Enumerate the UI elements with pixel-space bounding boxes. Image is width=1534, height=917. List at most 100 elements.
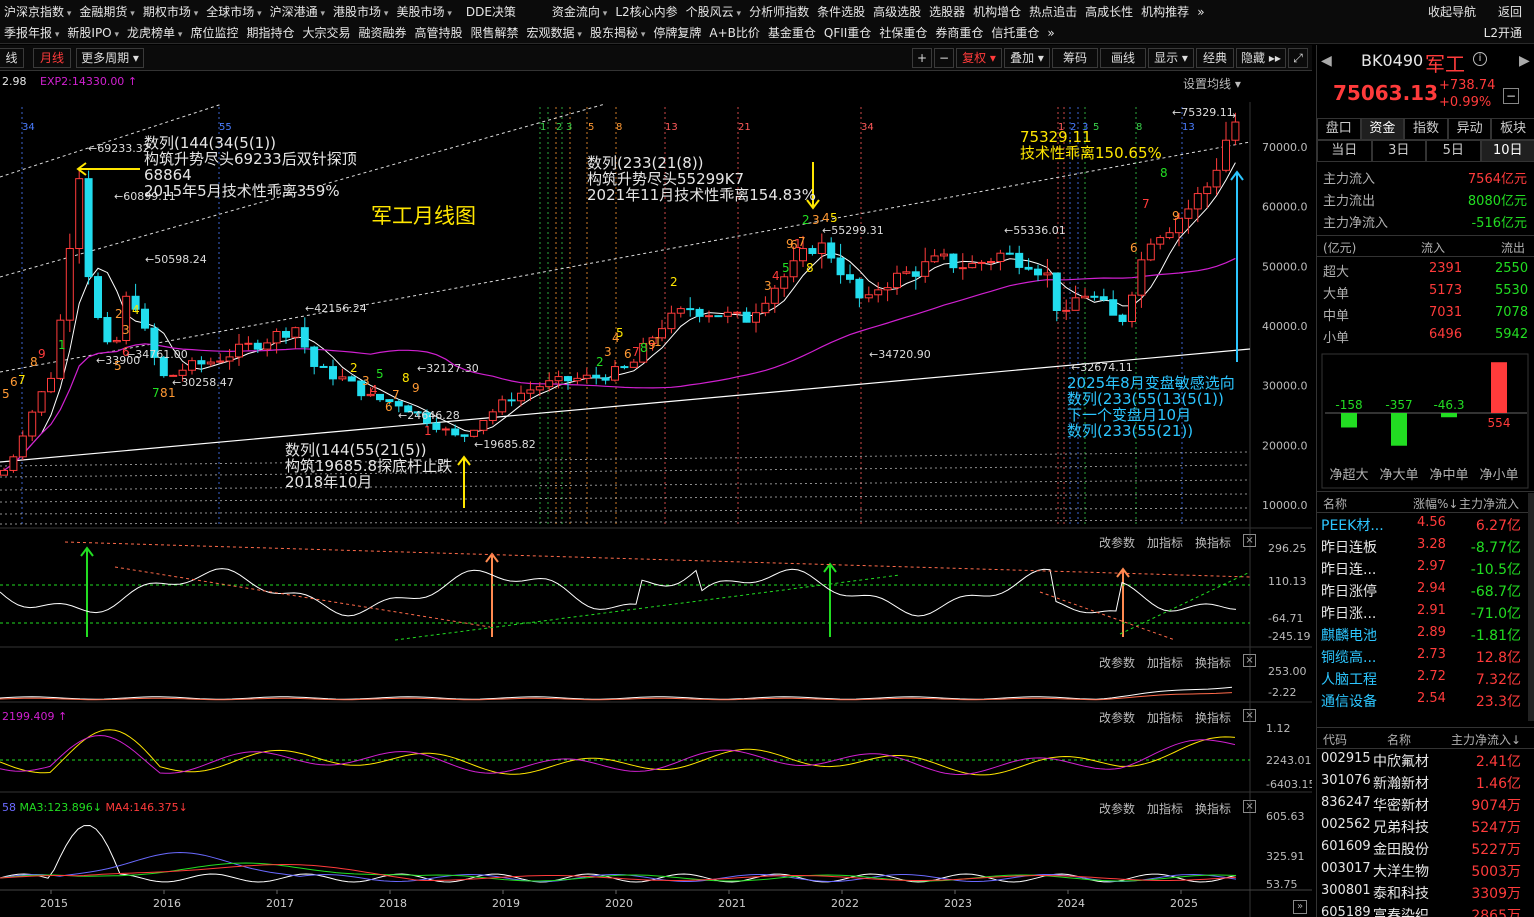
- table-row[interactable]: 605189 富春染织 2865万: [1317, 903, 1534, 917]
- add-indicator-button[interactable]: 加指标: [1147, 709, 1183, 726]
- menu-item[interactable]: 大宗交易: [298, 23, 354, 45]
- table-row[interactable]: 601609 金田股份 5227万: [1317, 837, 1534, 859]
- list-item[interactable]: PEEK材... 4.56 6.27亿: [1317, 513, 1534, 535]
- list-item[interactable]: 昨日涨... 2.91 -71.0亿: [1317, 601, 1534, 623]
- menu-item[interactable]: 资金流向: [548, 2, 611, 24]
- table-row[interactable]: 836247 华密新材 9074万: [1317, 793, 1534, 815]
- minimize-icon[interactable]: −: [1503, 88, 1519, 104]
- info-icon[interactable]: i: [1473, 52, 1487, 66]
- menu-item[interactable]: 机构推荐: [1137, 2, 1193, 24]
- close-icon[interactable]: ×: [1243, 709, 1257, 722]
- table-row[interactable]: 002562 兄弟科技 5247万: [1317, 815, 1534, 837]
- panel-tab[interactable]: 指数: [1404, 118, 1448, 140]
- change-param-button[interactable]: 改参数: [1099, 654, 1135, 671]
- switch-indicator-button[interactable]: 换指标: [1195, 709, 1231, 726]
- menu-item[interactable]: L2核心内参: [611, 2, 681, 24]
- menu-item[interactable]: 全球市场: [202, 2, 265, 24]
- table-row[interactable]: 301076 新瀚新材 1.46亿: [1317, 771, 1534, 793]
- menu-item[interactable]: 期指持仓: [242, 23, 298, 45]
- overlay-button[interactable]: 叠加 ▾: [1004, 48, 1050, 68]
- menu-item[interactable]: QFII重仓: [820, 23, 875, 45]
- list-item[interactable]: 通信设备 2.54 23.3亿: [1317, 689, 1534, 711]
- menu-item[interactable]: 席位监控: [186, 23, 242, 45]
- change-param-button[interactable]: 改参数: [1099, 534, 1135, 551]
- list-scrollbar[interactable]: [1528, 493, 1534, 721]
- more-period-button[interactable]: 更多周期 ▾: [76, 48, 144, 68]
- menu-item[interactable]: 宏观数据: [523, 23, 586, 45]
- rights-adjust-button[interactable]: 复权 ▾: [956, 48, 1002, 68]
- add-indicator-button[interactable]: 加指标: [1147, 800, 1183, 817]
- menu-item[interactable]: 停牌复牌: [649, 23, 705, 45]
- menu-item[interactable]: 高成长性: [1081, 2, 1137, 24]
- menu-item[interactable]: 高管持股: [411, 23, 467, 45]
- table-row[interactable]: 002915 中欣氟材 2.41亿: [1317, 749, 1534, 771]
- next-icon[interactable]: ▶: [1519, 53, 1530, 69]
- menu-item[interactable]: DDE决策: [462, 2, 520, 24]
- table-row[interactable]: 003017 大洋生物 5003万: [1317, 859, 1534, 881]
- period-tab[interactable]: 5日: [1426, 140, 1481, 162]
- menu-item[interactable]: 分析师指数: [745, 2, 813, 24]
- nav-action[interactable]: 返回: [1494, 2, 1526, 24]
- chips-button[interactable]: 筹码: [1052, 48, 1098, 68]
- draw-line-button[interactable]: 画线: [1100, 48, 1146, 68]
- menu-item[interactable]: 社保重仓: [875, 23, 931, 45]
- menu-item[interactable]: 基金重仓: [764, 23, 820, 45]
- menu-item[interactable]: 融资融券: [354, 23, 410, 45]
- zoom-in-button[interactable]: +: [912, 48, 932, 68]
- list-item[interactable]: 昨日连板 3.28 -8.77亿: [1317, 535, 1534, 557]
- menu-item[interactable]: 新股IPO: [63, 23, 123, 45]
- col-pct[interactable]: 涨幅%↓: [1413, 495, 1458, 512]
- add-indicator-button[interactable]: 加指标: [1147, 654, 1183, 671]
- panel-tab[interactable]: 异动: [1447, 118, 1492, 140]
- close-icon[interactable]: ×: [1243, 800, 1257, 813]
- nav-action[interactable]: 收起导航: [1424, 2, 1480, 24]
- menu-item[interactable]: 热点追击: [1025, 2, 1081, 24]
- list-item[interactable]: 麒麟电池 2.89 -1.81亿: [1317, 623, 1534, 645]
- period-button-partial[interactable]: 线: [0, 48, 24, 68]
- menu-item[interactable]: 沪深京指数: [0, 2, 75, 24]
- prev-icon[interactable]: ◀: [1321, 53, 1332, 69]
- menu-item[interactable]: 金融期货: [75, 2, 138, 24]
- list-item[interactable]: 昨日连... 2.97 -10.5亿: [1317, 557, 1534, 579]
- table-row[interactable]: 300801 泰和科技 3309万: [1317, 881, 1534, 903]
- col-stock-net[interactable]: 主力净流入↓: [1451, 731, 1521, 748]
- add-indicator-button[interactable]: 加指标: [1147, 534, 1183, 551]
- list-item[interactable]: 人脑工程 2.72 7.32亿: [1317, 667, 1534, 689]
- col-code[interactable]: 代码: [1323, 731, 1347, 748]
- switch-indicator-button[interactable]: 换指标: [1195, 800, 1231, 817]
- panel-tab[interactable]: 板块: [1491, 118, 1534, 140]
- menu-item[interactable]: 美股市场: [392, 2, 455, 24]
- switch-indicator-button[interactable]: 换指标: [1195, 654, 1231, 671]
- l2-open-link[interactable]: L2开通: [1480, 23, 1526, 45]
- menu-item[interactable]: 季报年报: [0, 23, 63, 45]
- close-icon[interactable]: ×: [1243, 534, 1257, 547]
- panel-tab[interactable]: 资金: [1360, 118, 1405, 140]
- zoom-out-button[interactable]: −: [934, 48, 954, 68]
- menu-more-icon[interactable]: »: [1193, 2, 1208, 24]
- period-tab[interactable]: 当日: [1317, 140, 1372, 162]
- menu-item[interactable]: 港股市场: [329, 2, 392, 24]
- menu-item[interactable]: 股东揭秘: [586, 23, 649, 45]
- menu-item[interactable]: 机构增仓: [969, 2, 1025, 24]
- close-icon[interactable]: ×: [1243, 654, 1257, 667]
- hide-button[interactable]: 隐藏 ▸▸: [1236, 48, 1286, 68]
- list-item[interactable]: 昨日涨停 2.94 -68.7亿: [1317, 579, 1534, 601]
- menu-item[interactable]: 期权市场: [139, 2, 202, 24]
- menu-item[interactable]: 限售解禁: [467, 23, 523, 45]
- classic-button[interactable]: 经典: [1196, 48, 1234, 68]
- panel-tab[interactable]: 盘口: [1317, 118, 1361, 140]
- menu-item[interactable]: 沪深港通: [266, 2, 329, 24]
- menu-item[interactable]: 券商重仓: [931, 23, 987, 45]
- period-tab[interactable]: 3日: [1371, 140, 1426, 162]
- switch-indicator-button[interactable]: 换指标: [1195, 534, 1231, 551]
- menu-item[interactable]: A+B比价: [705, 23, 764, 45]
- menu-item[interactable]: 选股器: [925, 2, 969, 24]
- menu-item[interactable]: 信托重仓: [987, 23, 1043, 45]
- menu-item[interactable]: 高级选股: [869, 2, 925, 24]
- scroll-right-icon[interactable]: »: [1293, 900, 1307, 914]
- menu-item[interactable]: 个股风云: [682, 2, 745, 24]
- change-param-button[interactable]: 改参数: [1099, 709, 1135, 726]
- list-item[interactable]: 铜缆高... 2.73 12.8亿: [1317, 645, 1534, 667]
- col-stock-name[interactable]: 名称: [1387, 731, 1411, 748]
- col-net-inflow[interactable]: 主力净流入: [1459, 495, 1519, 512]
